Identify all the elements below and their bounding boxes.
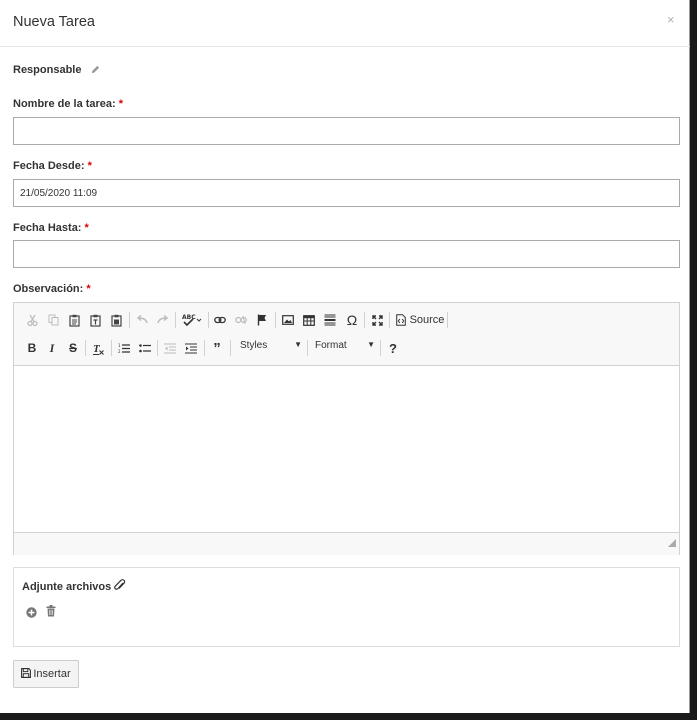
outdent-icon[interactable]: [162, 339, 178, 357]
observation-label: Observación: *: [13, 283, 91, 295]
image-icon[interactable]: [280, 311, 296, 329]
required-mark: *: [118, 98, 124, 110]
modal-header: Nueva Tarea ×: [0, 0, 690, 47]
new-task-modal: Nueva Tarea × Responsable Nombre de la t…: [0, 0, 690, 713]
rich-text-editor: ABC Ω Source B I S T 1 2 ” Styles ▼ Form…: [13, 302, 680, 555]
table-icon[interactable]: [301, 311, 317, 329]
indent-icon[interactable]: [183, 339, 199, 357]
toolbar-separator: [208, 312, 209, 328]
date-from-label: Fecha Desde: *: [13, 160, 92, 172]
required-mark: *: [86, 283, 91, 295]
italic-button[interactable]: I: [44, 339, 60, 357]
toolbar-separator: [389, 312, 390, 328]
paste-word-icon[interactable]: [108, 311, 124, 329]
required-mark: *: [87, 160, 92, 172]
bulleted-list-icon[interactable]: [137, 339, 153, 357]
anchor-flag-icon[interactable]: [254, 311, 270, 329]
source-label: Source: [409, 314, 445, 326]
chevron-down-icon: ▼: [367, 340, 375, 349]
source-icon: [395, 314, 406, 326]
responsable-label: Responsable: [13, 64, 82, 76]
responsable-field: Responsable: [13, 64, 100, 77]
toolbar-separator: [129, 312, 130, 328]
chevron-down-icon: ▼: [294, 340, 302, 349]
toolbar-separator: [230, 340, 231, 356]
help-button[interactable]: ?: [385, 339, 401, 357]
task-name-input[interactable]: [13, 117, 680, 145]
toolbar-separator: [307, 340, 308, 356]
blockquote-icon[interactable]: ”: [208, 339, 226, 357]
attachments-title: Adjunte archivos: [22, 579, 126, 593]
horizontal-rule-icon[interactable]: [322, 311, 338, 329]
toolbar-separator: [364, 312, 365, 328]
toolbar-separator: [175, 312, 176, 328]
remove-format-icon[interactable]: T: [90, 339, 106, 357]
toolbar-separator: [275, 312, 276, 328]
insert-label: Insertar: [33, 668, 71, 680]
styles-dropdown[interactable]: Styles ▼: [240, 340, 302, 358]
trash-icon[interactable]: [46, 604, 56, 622]
task-name-label: Nombre de la tarea: *: [13, 98, 124, 110]
date-from-input[interactable]: [13, 179, 680, 207]
cut-icon[interactable]: [24, 311, 40, 329]
copy-icon[interactable]: [45, 311, 61, 329]
format-dropdown[interactable]: Format ▼: [315, 340, 375, 358]
toolbar-separator: [447, 312, 448, 328]
special-char-icon[interactable]: Ω: [344, 311, 360, 329]
spellcheck-icon[interactable]: ABC: [180, 311, 204, 329]
paste-text-icon[interactable]: [87, 311, 103, 329]
svg-text:1: 1: [118, 343, 121, 348]
source-button[interactable]: Source: [394, 311, 446, 329]
redo-icon[interactable]: [155, 311, 171, 329]
strikethrough-button[interactable]: S: [65, 339, 81, 357]
link-icon[interactable]: [212, 311, 228, 329]
close-button[interactable]: ×: [667, 12, 675, 27]
add-file-icon[interactable]: [26, 605, 37, 623]
svg-text:ABC: ABC: [182, 314, 196, 321]
unlink-icon[interactable]: [233, 311, 249, 329]
numbered-list-icon[interactable]: 12: [116, 339, 132, 357]
paste-icon[interactable]: [66, 311, 82, 329]
editor-statusbar: [14, 532, 679, 555]
maximize-icon[interactable]: [369, 311, 385, 329]
svg-text:T: T: [93, 343, 101, 355]
toolbar-separator: [380, 340, 381, 356]
insert-button[interactable]: Insertar: [13, 660, 79, 688]
modal-title: Nueva Tarea: [13, 14, 95, 30]
undo-icon[interactable]: [134, 311, 150, 329]
date-to-label: Fecha Hasta: *: [13, 222, 89, 234]
pencil-icon[interactable]: [91, 65, 100, 77]
svg-text:2: 2: [118, 349, 121, 354]
bold-button[interactable]: B: [24, 339, 40, 357]
editor-toolbar: ABC Ω Source B I S T 1 2 ” Styles ▼ Form…: [14, 303, 679, 366]
toolbar-separator: [204, 340, 205, 356]
styles-label: Styles: [240, 340, 268, 351]
toolbar-separator: [85, 340, 86, 356]
paperclip-icon: [114, 579, 126, 593]
format-label: Format: [315, 340, 347, 351]
toolbar-separator: [111, 340, 112, 356]
required-mark: *: [84, 222, 89, 234]
resize-handle-icon[interactable]: [668, 534, 676, 552]
date-to-input[interactable]: [13, 240, 680, 268]
toolbar-separator: [157, 340, 158, 356]
editor-content-area[interactable]: [14, 365, 679, 533]
attachments-panel: Adjunte archivos: [13, 567, 680, 647]
save-icon: [21, 667, 32, 681]
